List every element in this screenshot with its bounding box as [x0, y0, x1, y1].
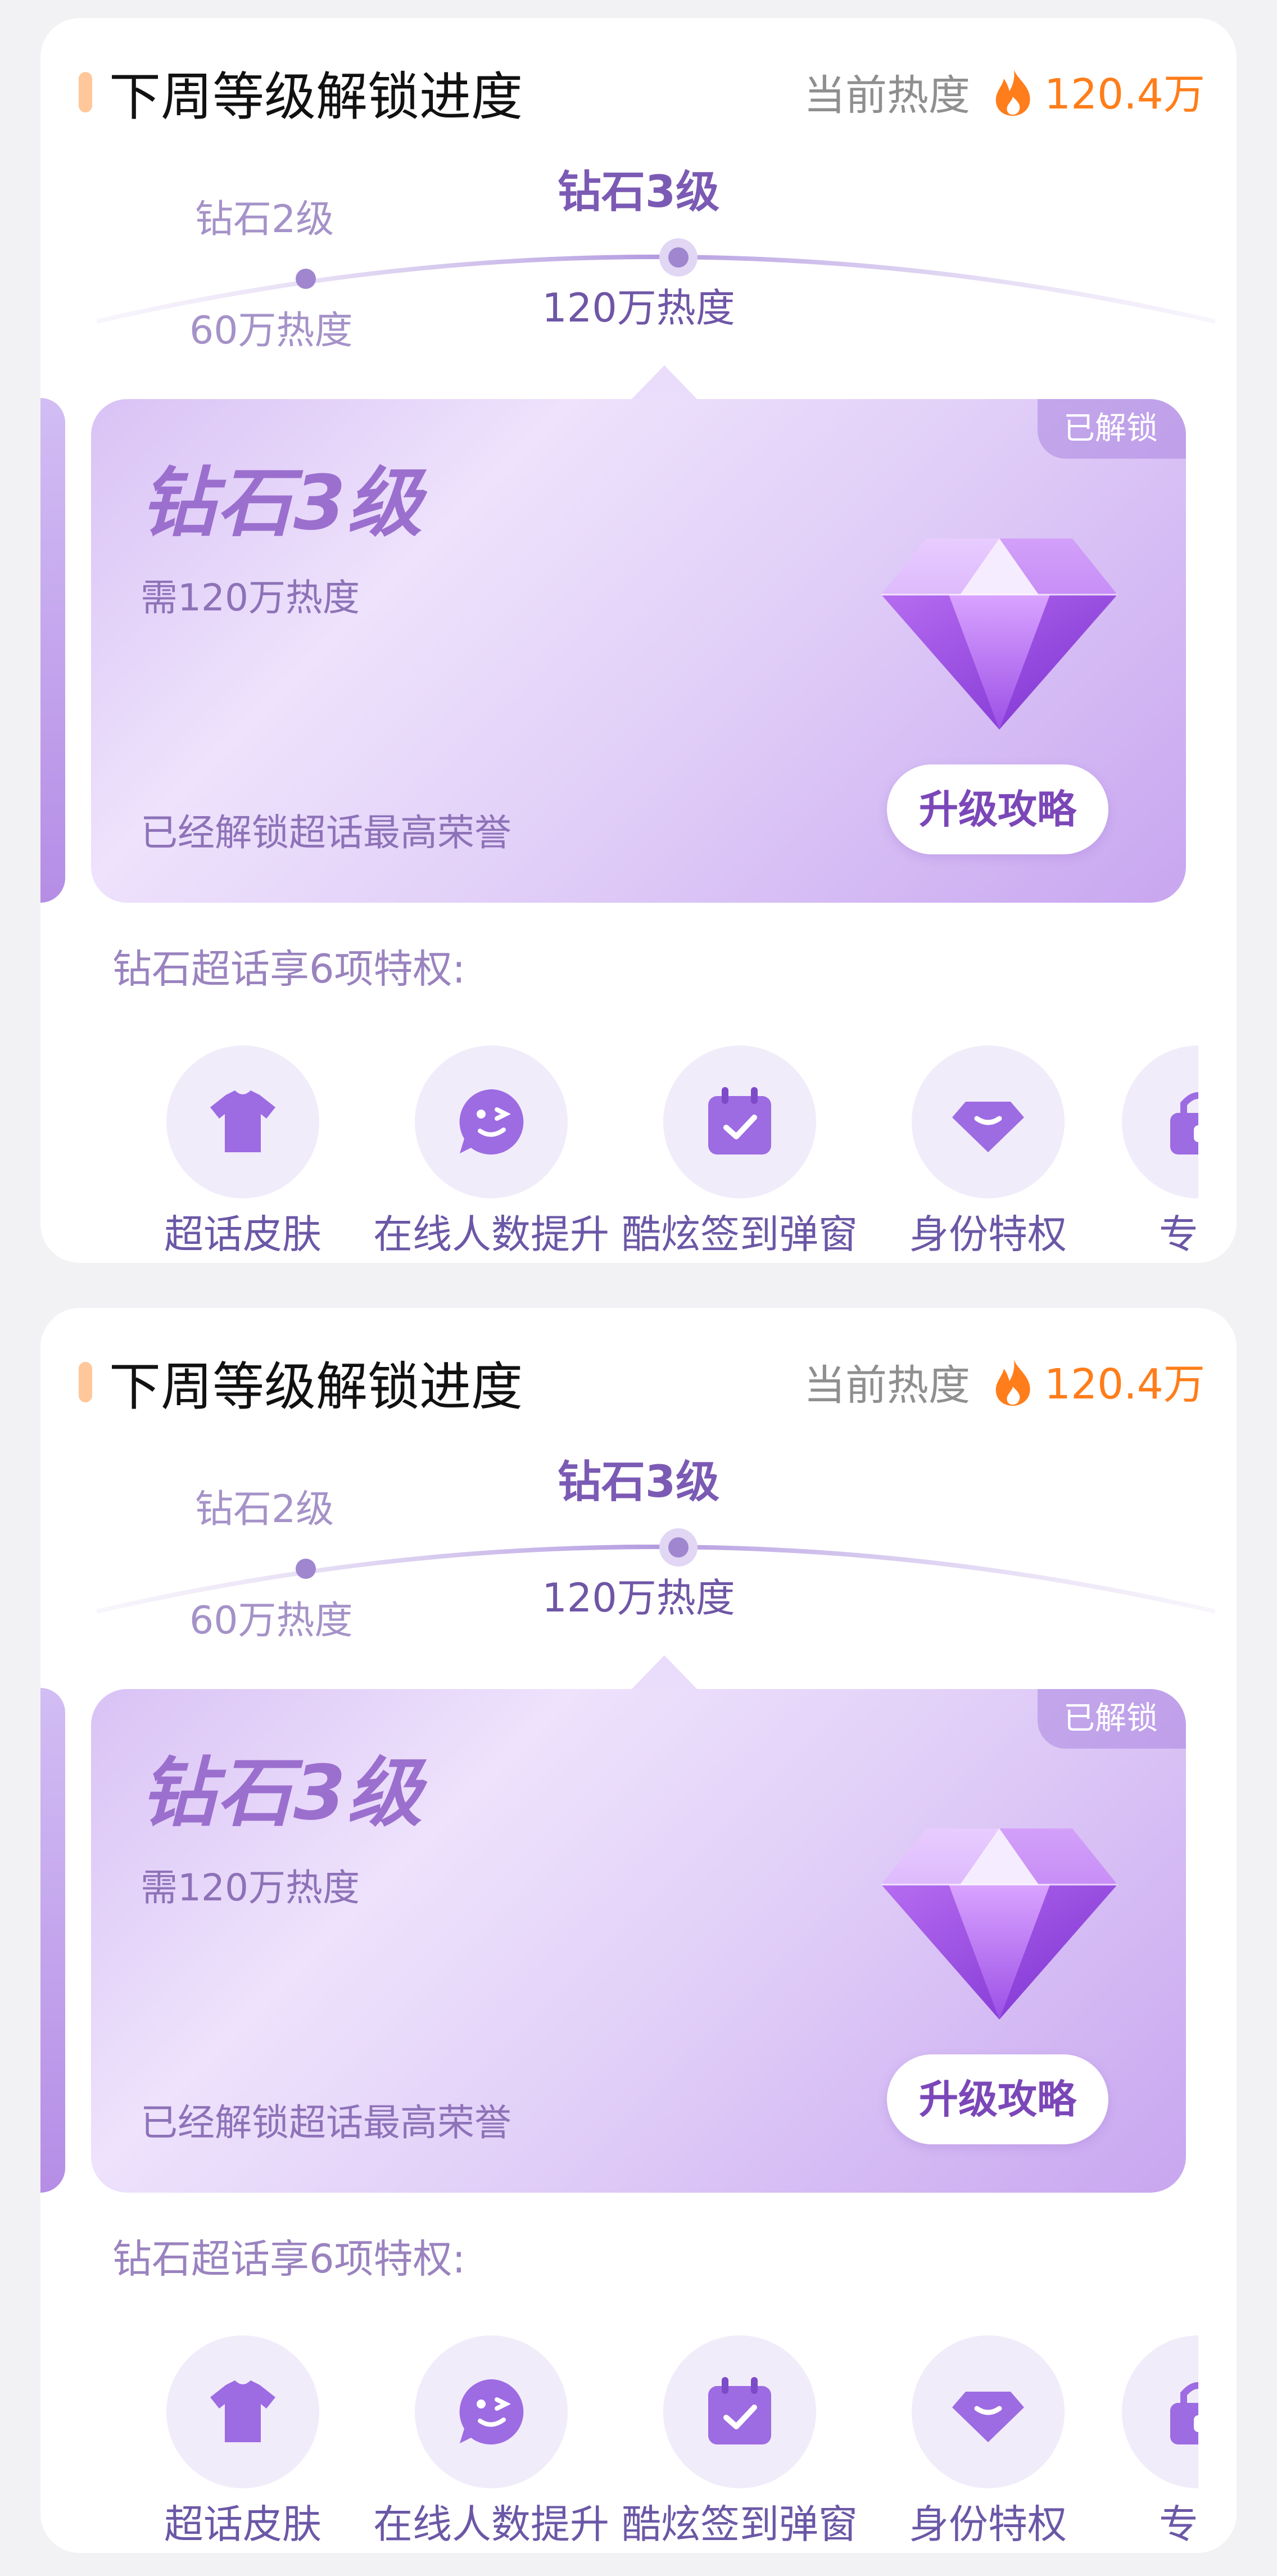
privilege-icon-circle: [415, 2335, 568, 2488]
privileges-list: 超话皮肤 在线人数提升 酷炫签到弹窗 身份特权 专: [40, 2335, 1198, 2549]
privilege-item[interactable]: 超话皮肤: [119, 2335, 366, 2549]
previous-level-card-peek[interactable]: [40, 398, 65, 903]
level-progress-card: 下周等级解锁进度 当前热度 120.4万 钻石2级 60万热度 钻石3级 120…: [40, 18, 1237, 1263]
privilege-label: 专属: [1159, 2501, 1198, 2547]
level-card[interactable]: 已解锁 钻石3级 需120万热度 已经解锁超话最高荣誉 升级攻略: [91, 399, 1186, 903]
card-title: 下周等级解锁进度: [109, 1357, 523, 1417]
privilege-label: 酷炫签到弹窗: [622, 2501, 858, 2547]
diamond-icon: [881, 1828, 1117, 2020]
privilege-label: 超话皮肤: [164, 1211, 321, 1257]
privilege-icon-circle: [1122, 2335, 1198, 2488]
tshirt-icon: [210, 2380, 275, 2442]
level-card-honor: 已经解锁超话最高荣誉: [141, 2101, 511, 2144]
diamond-badge-icon: [952, 1102, 1024, 1152]
card-title: 下周等级解锁进度: [109, 67, 523, 127]
diamond-icon: [881, 538, 1117, 730]
calendar-check-icon: [708, 1087, 771, 1155]
previous-level-card-peek[interactable]: [40, 1688, 65, 2193]
upgrade-guide-button[interactable]: 升级攻略: [887, 764, 1108, 854]
chat-smile-icon: [459, 2379, 524, 2444]
level-card-requirement: 需120万热度: [141, 1866, 360, 1909]
privilege-icon-circle: [912, 2335, 1065, 2488]
exclusive-icon: [1170, 2382, 1198, 2444]
flame-icon: [995, 70, 1030, 116]
current-level-requirement: 120万热度: [542, 285, 735, 331]
privilege-icon-circle: [415, 1045, 568, 1198]
diamond-badge-icon: [952, 2392, 1024, 2442]
privilege-item[interactable]: 酷炫签到弹窗: [616, 1045, 863, 1259]
privileges-title: 钻石超话享6项特权:: [112, 946, 466, 992]
chat-smile-icon: [459, 1089, 524, 1155]
card-pointer: [631, 365, 698, 400]
flame-icon: [995, 1360, 1030, 1406]
level-card-honor: 已经解锁超话最高荣誉: [141, 811, 511, 854]
privilege-item[interactable]: 专属: [1075, 2335, 1198, 2549]
exclusive-icon: [1170, 1092, 1198, 1155]
title-accent-bar: [79, 72, 92, 112]
level-progress-card: 下周等级解锁进度 当前热度 120.4万 钻石2级 60万热度 钻石3级 120…: [40, 1308, 1237, 2553]
current-heat-value: 120.4万: [1044, 1360, 1205, 1409]
privilege-icon-circle: [912, 1045, 1065, 1198]
privileges-list: 超话皮肤 在线人数提升 酷炫签到弹窗 身份特权 专: [40, 1045, 1198, 1259]
card-pointer: [631, 1655, 698, 1690]
privilege-label: 超话皮肤: [164, 2501, 321, 2547]
current-heat-label: 当前热度: [804, 1361, 970, 1410]
tshirt-icon: [210, 1090, 275, 1152]
current-level-name: 钻石3级: [557, 1457, 720, 1507]
privilege-label: 酷炫签到弹窗: [622, 1211, 858, 1257]
privilege-label: 专属: [1159, 1211, 1198, 1257]
privilege-label: 在线人数提升: [373, 2501, 609, 2547]
privilege-item[interactable]: 酷炫签到弹窗: [616, 2335, 863, 2549]
level-card[interactable]: 已解锁 钻石3级 需120万热度 已经解锁超话最高荣誉 升级攻略: [91, 1689, 1186, 2193]
unlocked-badge: 已解锁: [1038, 399, 1186, 459]
level-card-title: 钻石3级: [141, 1749, 424, 1837]
privilege-item[interactable]: 专属: [1075, 1045, 1198, 1259]
privilege-icon-circle: [663, 1045, 816, 1198]
title-accent-bar: [79, 1362, 92, 1402]
current-level-name: 钻石3级: [557, 167, 720, 218]
upgrade-guide-button[interactable]: 升级攻略: [887, 2054, 1108, 2144]
privilege-icon-circle: [166, 2335, 319, 2488]
privilege-item[interactable]: 超话皮肤: [119, 1045, 366, 1259]
calendar-check-icon: [708, 2377, 771, 2444]
privilege-icon-circle: [1122, 1045, 1198, 1198]
unlocked-badge: 已解锁: [1038, 1689, 1186, 1749]
privilege-icon-circle: [166, 1045, 319, 1198]
level-card-requirement: 需120万热度: [141, 576, 360, 619]
privilege-item[interactable]: 在线人数提升: [368, 1045, 615, 1259]
current-heat-label: 当前热度: [804, 71, 970, 120]
current-level-requirement: 120万热度: [542, 1575, 735, 1621]
privilege-icon-circle: [663, 2335, 816, 2488]
privilege-label: 在线人数提升: [373, 1211, 609, 1257]
privilege-item[interactable]: 在线人数提升: [368, 2335, 615, 2549]
level-card-title: 钻石3级: [141, 459, 424, 547]
current-heat-value: 120.4万: [1044, 70, 1205, 119]
privileges-title: 钻石超话享6项特权:: [112, 2236, 466, 2282]
